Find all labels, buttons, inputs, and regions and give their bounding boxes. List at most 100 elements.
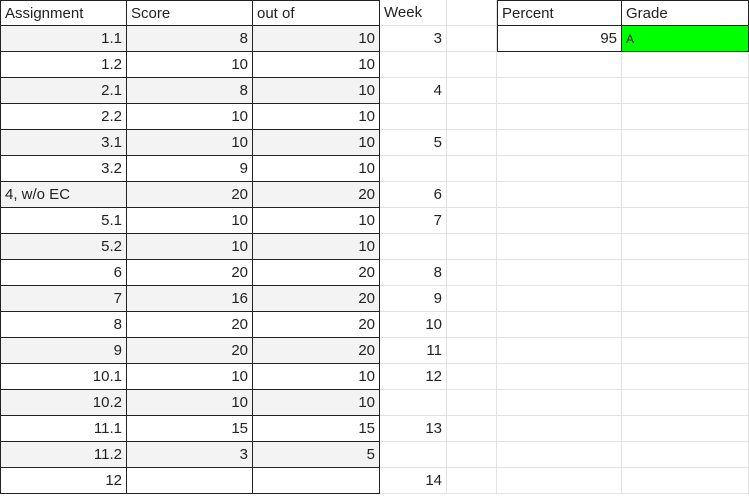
empty-cell[interactable] [622,78,749,104]
empty-cell[interactable] [497,208,622,234]
week-cell[interactable]: 5 [380,130,447,156]
week-cell[interactable] [380,156,447,182]
empty-cell[interactable] [622,52,749,78]
empty-cell[interactable] [447,52,497,78]
empty-cell[interactable] [447,364,497,390]
assignment-cell[interactable]: 1.1 [0,26,127,52]
out-of-cell[interactable]: 10 [253,104,380,130]
score-cell[interactable]: 10 [127,130,253,156]
assignment-cell[interactable]: 3.1 [0,130,127,156]
header-score[interactable]: Score [127,0,253,26]
out-of-cell[interactable]: 10 [253,78,380,104]
empty-cell[interactable] [447,104,497,130]
header-out-of[interactable]: out of [253,0,380,26]
out-of-cell[interactable]: 5 [253,442,380,468]
score-cell[interactable]: 8 [127,26,253,52]
score-cell[interactable]: 15 [127,416,253,442]
week-cell[interactable] [380,52,447,78]
empty-cell[interactable] [497,338,622,364]
assignment-cell[interactable]: 11.2 [0,442,127,468]
empty-cell[interactable] [447,286,497,312]
empty-cell[interactable] [622,442,749,468]
assignment-cell[interactable]: 5.2 [0,234,127,260]
header-percent[interactable]: Percent [497,0,622,26]
out-of-cell[interactable]: 10 [253,52,380,78]
out-of-cell[interactable]: 20 [253,312,380,338]
empty-cell[interactable] [447,312,497,338]
out-of-cell[interactable]: 20 [253,182,380,208]
header-assignment[interactable]: Assignment [0,0,127,26]
empty-cell[interactable] [497,260,622,286]
score-cell[interactable]: 10 [127,364,253,390]
empty-cell[interactable] [447,468,497,494]
empty-cell[interactable] [622,130,749,156]
empty-cell[interactable] [497,130,622,156]
grade-value-cell[interactable]: A [622,26,749,52]
assignment-cell[interactable]: 12 [0,468,127,494]
week-cell[interactable]: 3 [380,26,447,52]
week-cell[interactable] [380,104,447,130]
out-of-cell[interactable]: 20 [253,286,380,312]
empty-cell[interactable] [497,182,622,208]
score-cell[interactable] [127,468,253,494]
out-of-cell[interactable]: 10 [253,234,380,260]
empty-cell[interactable] [497,468,622,494]
week-cell[interactable] [380,234,447,260]
empty-cell[interactable] [447,208,497,234]
week-cell[interactable]: 11 [380,338,447,364]
empty-cell[interactable] [447,156,497,182]
assignment-cell[interactable]: 5.1 [0,208,127,234]
empty-cell[interactable] [622,286,749,312]
assignment-cell[interactable]: 6 [0,260,127,286]
out-of-cell[interactable]: 10 [253,364,380,390]
empty-cell[interactable] [497,312,622,338]
score-cell[interactable]: 20 [127,260,253,286]
week-cell[interactable]: 10 [380,312,447,338]
score-cell[interactable]: 20 [127,182,253,208]
empty-cell[interactable] [622,416,749,442]
percent-value-cell[interactable]: 95 [497,26,622,52]
score-cell[interactable]: 10 [127,52,253,78]
empty-cell[interactable] [447,234,497,260]
empty-cell[interactable] [447,442,497,468]
week-cell[interactable]: 4 [380,78,447,104]
empty-cell[interactable] [447,130,497,156]
week-cell[interactable]: 6 [380,182,447,208]
out-of-cell[interactable]: 10 [253,390,380,416]
week-cell[interactable]: 9 [380,286,447,312]
score-cell[interactable]: 20 [127,338,253,364]
assignment-cell[interactable]: 9 [0,338,127,364]
week-cell[interactable]: 7 [380,208,447,234]
assignment-cell[interactable]: 7 [0,286,127,312]
assignment-cell[interactable]: 2.2 [0,104,127,130]
empty-cell[interactable] [622,390,749,416]
assignment-cell[interactable]: 1.2 [0,52,127,78]
out-of-cell[interactable]: 20 [253,338,380,364]
empty-cell[interactable] [622,234,749,260]
week-cell[interactable]: 12 [380,364,447,390]
week-cell[interactable]: 13 [380,416,447,442]
out-of-cell[interactable]: 10 [253,208,380,234]
week-cell[interactable]: 14 [380,468,447,494]
assignment-cell[interactable]: 10.1 [0,364,127,390]
empty-cell[interactable] [497,52,622,78]
out-of-cell[interactable]: 15 [253,416,380,442]
empty-cell[interactable] [497,78,622,104]
empty-cell[interactable] [622,208,749,234]
empty-cell[interactable] [622,338,749,364]
empty-cell[interactable] [447,416,497,442]
empty-cell[interactable] [447,26,497,52]
empty-cell[interactable] [447,182,497,208]
empty-cell[interactable] [497,156,622,182]
empty-cell[interactable] [497,364,622,390]
empty-cell[interactable] [447,390,497,416]
score-cell[interactable]: 10 [127,234,253,260]
empty-cell[interactable] [622,156,749,182]
empty-cell[interactable] [622,182,749,208]
assignment-cell[interactable]: 4, w/o EC [0,182,127,208]
out-of-cell[interactable]: 10 [253,26,380,52]
assignment-cell[interactable]: 11.1 [0,416,127,442]
empty-cell[interactable] [497,104,622,130]
empty-cell[interactable] [447,0,497,26]
assignment-cell[interactable]: 3.2 [0,156,127,182]
